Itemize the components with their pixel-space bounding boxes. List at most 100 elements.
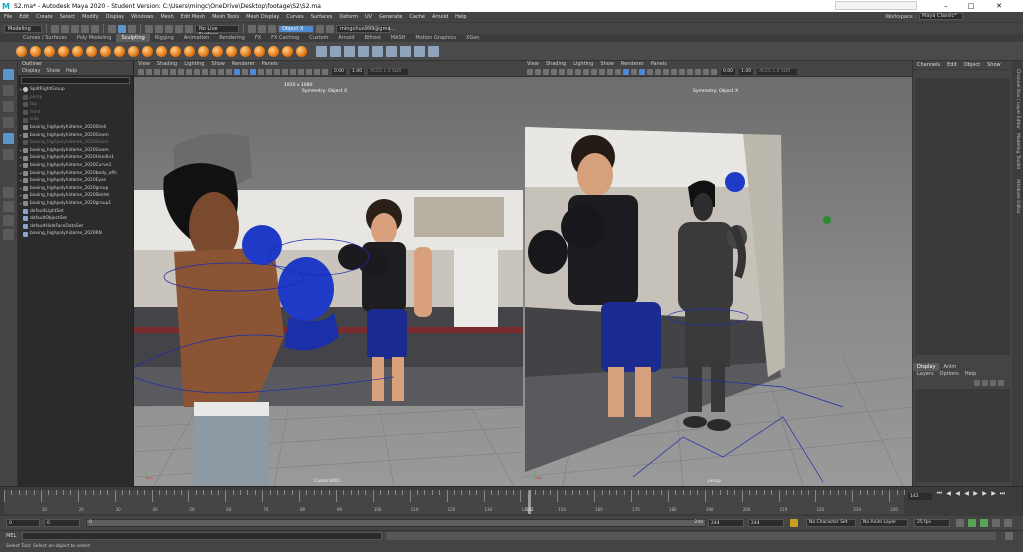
xray-icon[interactable] [314, 69, 320, 75]
layer-list[interactable] [915, 389, 1010, 482]
pinch-brush-icon[interactable] [72, 45, 83, 57]
snap-plane-icon[interactable] [175, 24, 183, 33]
step-forward-frame-icon[interactable]: ▶ [981, 490, 988, 498]
xray-joints-icon[interactable] [322, 69, 328, 75]
layer-menu-layers[interactable]: Layers [917, 371, 934, 378]
smooth-shade-icon[interactable] [623, 69, 629, 75]
vp-menu-shading[interactable]: Shading [546, 61, 566, 68]
ipr-render-icon[interactable] [258, 24, 266, 33]
outliner-menu-display[interactable]: Display [22, 68, 40, 75]
color-space-dropdown[interactable]: ACES 1.0 SDR [757, 69, 798, 75]
tab-channel-box-layer-editor[interactable]: Channel Box / Layer Editor [1015, 69, 1020, 129]
menu-set-dropdown[interactable]: Modeling [4, 24, 42, 33]
grid-icon[interactable] [559, 69, 565, 75]
outliner-item[interactable]: boxing_highpolyhidame_2020RN [18, 230, 133, 238]
shelf-tab-sculpting[interactable]: Sculpting [116, 34, 150, 42]
menu-uv[interactable]: UV [365, 14, 372, 20]
go-to-start-icon[interactable]: ⏮ [936, 490, 943, 498]
outliner-item[interactable]: front [18, 109, 133, 117]
gamma-field[interactable]: 1.00 [350, 69, 365, 75]
exposure-field[interactable]: 0.00 [332, 69, 347, 75]
depth-of-field-icon[interactable] [298, 69, 304, 75]
gate-mask-icon[interactable] [194, 69, 200, 75]
menu-mesh-tools[interactable]: Mesh Tools [212, 14, 239, 20]
render-settings-icon[interactable] [268, 24, 276, 33]
tab-attribute-editor[interactable]: Attribute Editor [1015, 179, 1020, 214]
imprint-brush-icon[interactable] [142, 45, 153, 57]
smear-brush-icon[interactable] [212, 45, 223, 57]
menu-mesh[interactable]: Mesh [160, 14, 173, 20]
snap-grid-icon[interactable] [145, 24, 153, 33]
menu-surfaces[interactable]: Surfaces [311, 14, 333, 20]
outliner-item[interactable]: + boxing_highpolyhidame_2020Handle1 [18, 154, 133, 162]
select-object-icon[interactable] [118, 24, 126, 33]
menu-file[interactable]: File [4, 14, 12, 20]
outliner-item[interactable]: + boxing_highpolyhidame_2020Geom [18, 147, 133, 155]
grid-icon[interactable] [170, 69, 176, 75]
viewport-camera[interactable]: View Shading Lighting Show Renderer Pane… [134, 61, 523, 486]
menu-display[interactable]: Display [106, 14, 124, 20]
outliner-layout-icon[interactable] [3, 229, 14, 240]
snap-curve-icon[interactable] [155, 24, 163, 33]
select-camera-icon[interactable] [527, 69, 533, 75]
scale-tool-icon[interactable] [3, 149, 14, 160]
lock-icon[interactable] [316, 24, 324, 33]
menu-curves[interactable]: Curves [286, 14, 303, 20]
color-space-dropdown[interactable]: ACES 1.0 SDR [368, 69, 409, 75]
xray-joints-icon[interactable] [711, 69, 717, 75]
resolution-gate-icon[interactable] [575, 69, 581, 75]
gamma-field[interactable]: 1.00 [739, 69, 754, 75]
go-to-end-icon[interactable]: ⏭ [999, 490, 1006, 498]
use-lights-icon[interactable] [258, 69, 264, 75]
tab-display[interactable]: Display [913, 363, 940, 371]
range-slider-bar[interactable]: 0 244 [86, 519, 706, 527]
default-material-icon[interactable] [631, 69, 637, 75]
loop-playback-icon[interactable] [956, 519, 964, 527]
outliner-item[interactable]: + boxing_highpolyhidame_2020Eyes [18, 177, 133, 185]
isolate-select-icon[interactable] [695, 69, 701, 75]
move-tool-icon[interactable] [3, 117, 14, 128]
anim-layer-dropdown[interactable]: No Anim Layer [860, 519, 908, 527]
shelf-tab-fx-caching[interactable]: FX Caching [266, 34, 304, 42]
outliner-menu-show[interactable]: Show [46, 68, 60, 75]
render-icon[interactable] [248, 24, 256, 33]
cb-menu-channels[interactable]: Channels [917, 61, 940, 69]
freeze-toggle-icon[interactable] [414, 45, 425, 57]
vp-menu-panels[interactable]: Panels [651, 61, 667, 68]
safe-title-icon[interactable] [218, 69, 224, 75]
symmetry-dropdown[interactable]: Object X [278, 24, 314, 33]
film-gate-icon[interactable] [178, 69, 184, 75]
bookmark-icon[interactable] [154, 69, 160, 75]
outliner-item[interactable]: top [18, 101, 133, 109]
shelf-tab-xgen[interactable]: XGen [461, 34, 485, 42]
textured-icon[interactable] [639, 69, 645, 75]
command-input[interactable] [22, 532, 382, 540]
playback-start-field[interactable]: 0 [44, 519, 80, 527]
camera-attributes-icon[interactable] [146, 69, 152, 75]
field-chart-icon[interactable] [202, 69, 208, 75]
select-component-icon[interactable] [128, 24, 136, 33]
outliner-item[interactable]: defaultLightSet [18, 208, 133, 216]
outliner-item[interactable]: side [18, 116, 133, 124]
film-gate-icon[interactable] [567, 69, 573, 75]
shelf-tab-arnold[interactable]: Arnold [333, 34, 359, 42]
anti-aliasing-icon[interactable] [679, 69, 685, 75]
key-icon[interactable] [968, 519, 976, 527]
viewport-persp[interactable]: View Shading Lighting Show Renderer Pane… [523, 61, 912, 486]
save-scene-icon[interactable] [71, 24, 79, 33]
step-forward-key-icon[interactable]: ▶ [990, 490, 997, 498]
wireframe-mode-icon[interactable] [615, 69, 621, 75]
playback-end-field[interactable]: 244 [708, 519, 744, 527]
key-selected-icon[interactable] [980, 519, 988, 527]
menu-modify[interactable]: Modify [82, 14, 99, 20]
outliner-search-input[interactable] [21, 77, 130, 84]
character-set-dropdown[interactable]: No Character Set [806, 519, 856, 527]
ambient-occlusion-icon[interactable] [274, 69, 280, 75]
sound-icon[interactable] [1004, 519, 1012, 527]
minimize-button[interactable]: – [935, 0, 957, 12]
shelf-tab-rigging[interactable]: Rigging [150, 34, 179, 42]
step-back-frame-icon[interactable]: ◀ [954, 490, 961, 498]
script-editor-icon[interactable] [1005, 532, 1013, 540]
menu-edit-mesh[interactable]: Edit Mesh [181, 14, 205, 20]
vp-menu-renderer[interactable]: Renderer [232, 61, 255, 68]
